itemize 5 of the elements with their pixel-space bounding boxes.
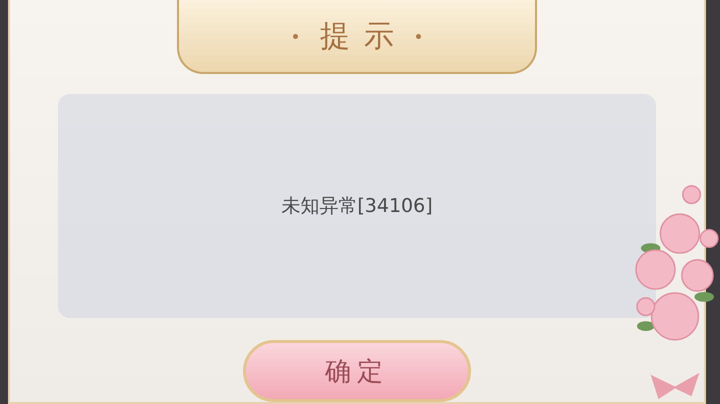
dot-icon [416,34,421,38]
dialog-title: 提示 [320,18,408,56]
dot-icon [293,34,298,38]
message-text: 未知异常[34106] [281,194,433,219]
confirm-button[interactable]: 确定 [243,340,471,402]
